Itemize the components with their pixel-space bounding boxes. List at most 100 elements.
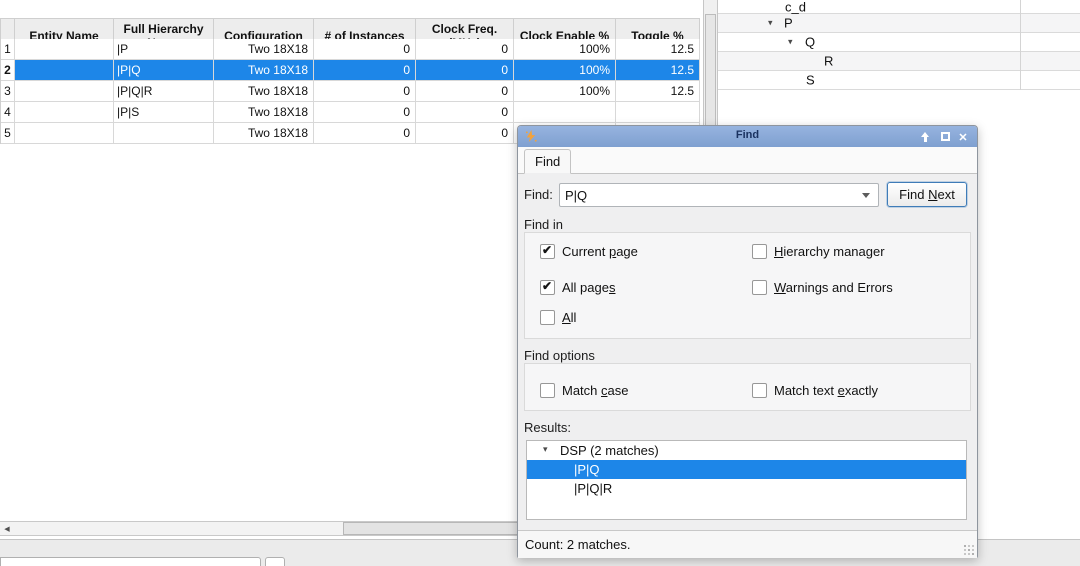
table-cell-selected[interactable]: 0 bbox=[314, 60, 416, 81]
table-cell[interactable]: Two 18X18 bbox=[214, 81, 314, 102]
scroll-left-arrow-icon[interactable] bbox=[0, 522, 14, 535]
table-cell[interactable]: Two 18X18 bbox=[214, 123, 314, 144]
row-number[interactable]: 3 bbox=[1, 81, 15, 102]
dialog-titlebar[interactable]: Find bbox=[518, 126, 977, 147]
table-cell[interactable]: 12.5 bbox=[616, 39, 700, 60]
table-cell-selected[interactable]: |P|Q bbox=[114, 60, 214, 81]
combobox-dropdown-arrow-icon[interactable] bbox=[854, 184, 878, 206]
arrow-up-icon bbox=[920, 132, 930, 142]
checkbox-hierarchy-manager[interactable]: Hierarchy manager bbox=[752, 243, 885, 259]
checkbox-all-pages[interactable]: All pages bbox=[540, 279, 615, 295]
result-item[interactable]: |P|Q|R bbox=[527, 479, 966, 498]
find-next-button[interactable]: Find Next bbox=[887, 182, 967, 207]
collapse-arrow-icon[interactable] bbox=[768, 18, 773, 29]
tree-row-q[interactable]: Q bbox=[718, 33, 1080, 52]
results-group-dsp[interactable]: DSP (2 matches) bbox=[527, 441, 966, 460]
table-cell[interactable]: 100% bbox=[514, 81, 616, 102]
table-cell[interactable]: 0 bbox=[416, 123, 514, 144]
result-item-label: |P|Q bbox=[574, 462, 600, 477]
result-item-selected[interactable]: |P|Q bbox=[527, 460, 966, 479]
find-dialog: Find Find Find: Find Next Find in Curren… bbox=[517, 125, 978, 558]
checkbox-current-page[interactable]: Current page bbox=[540, 243, 638, 259]
maximize-button[interactable] bbox=[937, 129, 953, 144]
results-group-label: DSP (2 matches) bbox=[560, 443, 659, 458]
table-cell[interactable] bbox=[15, 102, 114, 123]
checkbox-label: Current page bbox=[562, 244, 638, 259]
table-cell[interactable]: 0 bbox=[416, 81, 514, 102]
checkbox-label: All pages bbox=[562, 280, 615, 295]
table-cell[interactable]: 0 bbox=[314, 123, 416, 144]
checkbox-box[interactable] bbox=[752, 280, 767, 295]
tree-row-label: S bbox=[806, 73, 815, 88]
close-icon bbox=[958, 129, 967, 144]
checkbox-label: Hierarchy manager bbox=[774, 244, 885, 259]
table-cell[interactable] bbox=[15, 123, 114, 144]
table-cell[interactable]: 0 bbox=[416, 102, 514, 123]
checkbox-label: Match case bbox=[562, 383, 628, 398]
table-cell[interactable]: 0 bbox=[314, 81, 416, 102]
table-cell[interactable]: |P|S bbox=[114, 102, 214, 123]
table-cell[interactable]: 12.5 bbox=[616, 81, 700, 102]
shade-button[interactable] bbox=[917, 129, 933, 144]
row-number[interactable]: 5 bbox=[1, 123, 15, 144]
table-cell[interactable]: 100% bbox=[514, 39, 616, 60]
table-cell[interactable]: 0 bbox=[416, 39, 514, 60]
table-cell[interactable] bbox=[15, 39, 114, 60]
table-cell[interactable]: Two 18X18 bbox=[214, 39, 314, 60]
checkbox-box[interactable] bbox=[752, 383, 767, 398]
table-cell-selected[interactable]: 12.5 bbox=[616, 60, 700, 81]
checkbox-box[interactable] bbox=[540, 244, 555, 259]
row-number[interactable]: 4 bbox=[1, 102, 15, 123]
table-cell[interactable]: 0 bbox=[314, 39, 416, 60]
close-button[interactable] bbox=[955, 129, 971, 144]
hierarchy-tree-pane: c_d P Q R S bbox=[718, 0, 1080, 92]
dialog-tabbar: Find bbox=[518, 147, 977, 174]
table-cell[interactable]: |P bbox=[114, 39, 214, 60]
tree-row-r[interactable]: R bbox=[718, 52, 1080, 71]
tree-row-label: c_d bbox=[785, 0, 806, 14]
tab-find[interactable]: Find bbox=[524, 149, 571, 174]
collapse-arrow-icon[interactable] bbox=[543, 444, 548, 455]
maximize-icon bbox=[941, 132, 950, 141]
table-cell-selected[interactable] bbox=[15, 60, 114, 81]
collapse-arrow-icon[interactable] bbox=[788, 37, 793, 48]
row-number[interactable]: 2 bbox=[1, 60, 15, 81]
checkbox-warnings-and-errors[interactable]: Warnings and Errors bbox=[752, 279, 893, 295]
tree-row-p[interactable]: P bbox=[718, 14, 1080, 33]
tree-row-s[interactable]: S bbox=[718, 71, 1080, 90]
table-cell-selected[interactable]: Two 18X18 bbox=[214, 60, 314, 81]
table-cell-selected[interactable]: 100% bbox=[514, 60, 616, 81]
checkbox-match-case[interactable]: Match case bbox=[540, 382, 628, 398]
dialog-content: Find: Find Next Find in Current page All… bbox=[518, 174, 977, 530]
bottom-tab-fragment bbox=[265, 557, 285, 566]
table-cell-selected[interactable]: 0 bbox=[416, 60, 514, 81]
checkbox-all[interactable]: All bbox=[540, 309, 576, 325]
checkbox-box[interactable] bbox=[752, 244, 767, 259]
find-combobox[interactable] bbox=[559, 183, 879, 207]
checkbox-box[interactable] bbox=[540, 280, 555, 295]
table-cell[interactable] bbox=[15, 81, 114, 102]
table-cell[interactable]: |P|Q|R bbox=[114, 81, 214, 102]
checkbox-match-text-exactly[interactable]: Match text exactly bbox=[752, 382, 878, 398]
checkbox-label: Warnings and Errors bbox=[774, 280, 893, 295]
checkbox-box[interactable] bbox=[540, 383, 555, 398]
tree-row-c_d[interactable]: c_d bbox=[718, 0, 1080, 14]
table-cell[interactable] bbox=[616, 102, 700, 123]
tree-row-label: R bbox=[824, 54, 833, 69]
tree-row-label: Q bbox=[805, 35, 815, 50]
result-item-label: |P|Q|R bbox=[574, 481, 612, 496]
match-count-status: Count: 2 matches. bbox=[525, 537, 631, 552]
results-tree: DSP (2 matches) |P|Q |P|Q|R bbox=[526, 440, 967, 520]
row-number[interactable]: 1 bbox=[1, 39, 15, 60]
checkbox-box[interactable] bbox=[540, 310, 555, 325]
table-cell[interactable] bbox=[514, 102, 616, 123]
resize-grip[interactable] bbox=[964, 545, 974, 555]
screen: Entity Name Full Hierarchy Name Configur… bbox=[0, 0, 1080, 566]
find-in-label: Find in bbox=[524, 217, 563, 232]
table-cell[interactable]: Two 18X18 bbox=[214, 102, 314, 123]
find-input[interactable] bbox=[565, 186, 845, 204]
tree-row-label: P bbox=[784, 16, 793, 31]
dialog-statusbar: Count: 2 matches. bbox=[518, 530, 977, 558]
table-cell[interactable] bbox=[114, 123, 214, 144]
table-cell[interactable]: 0 bbox=[314, 102, 416, 123]
